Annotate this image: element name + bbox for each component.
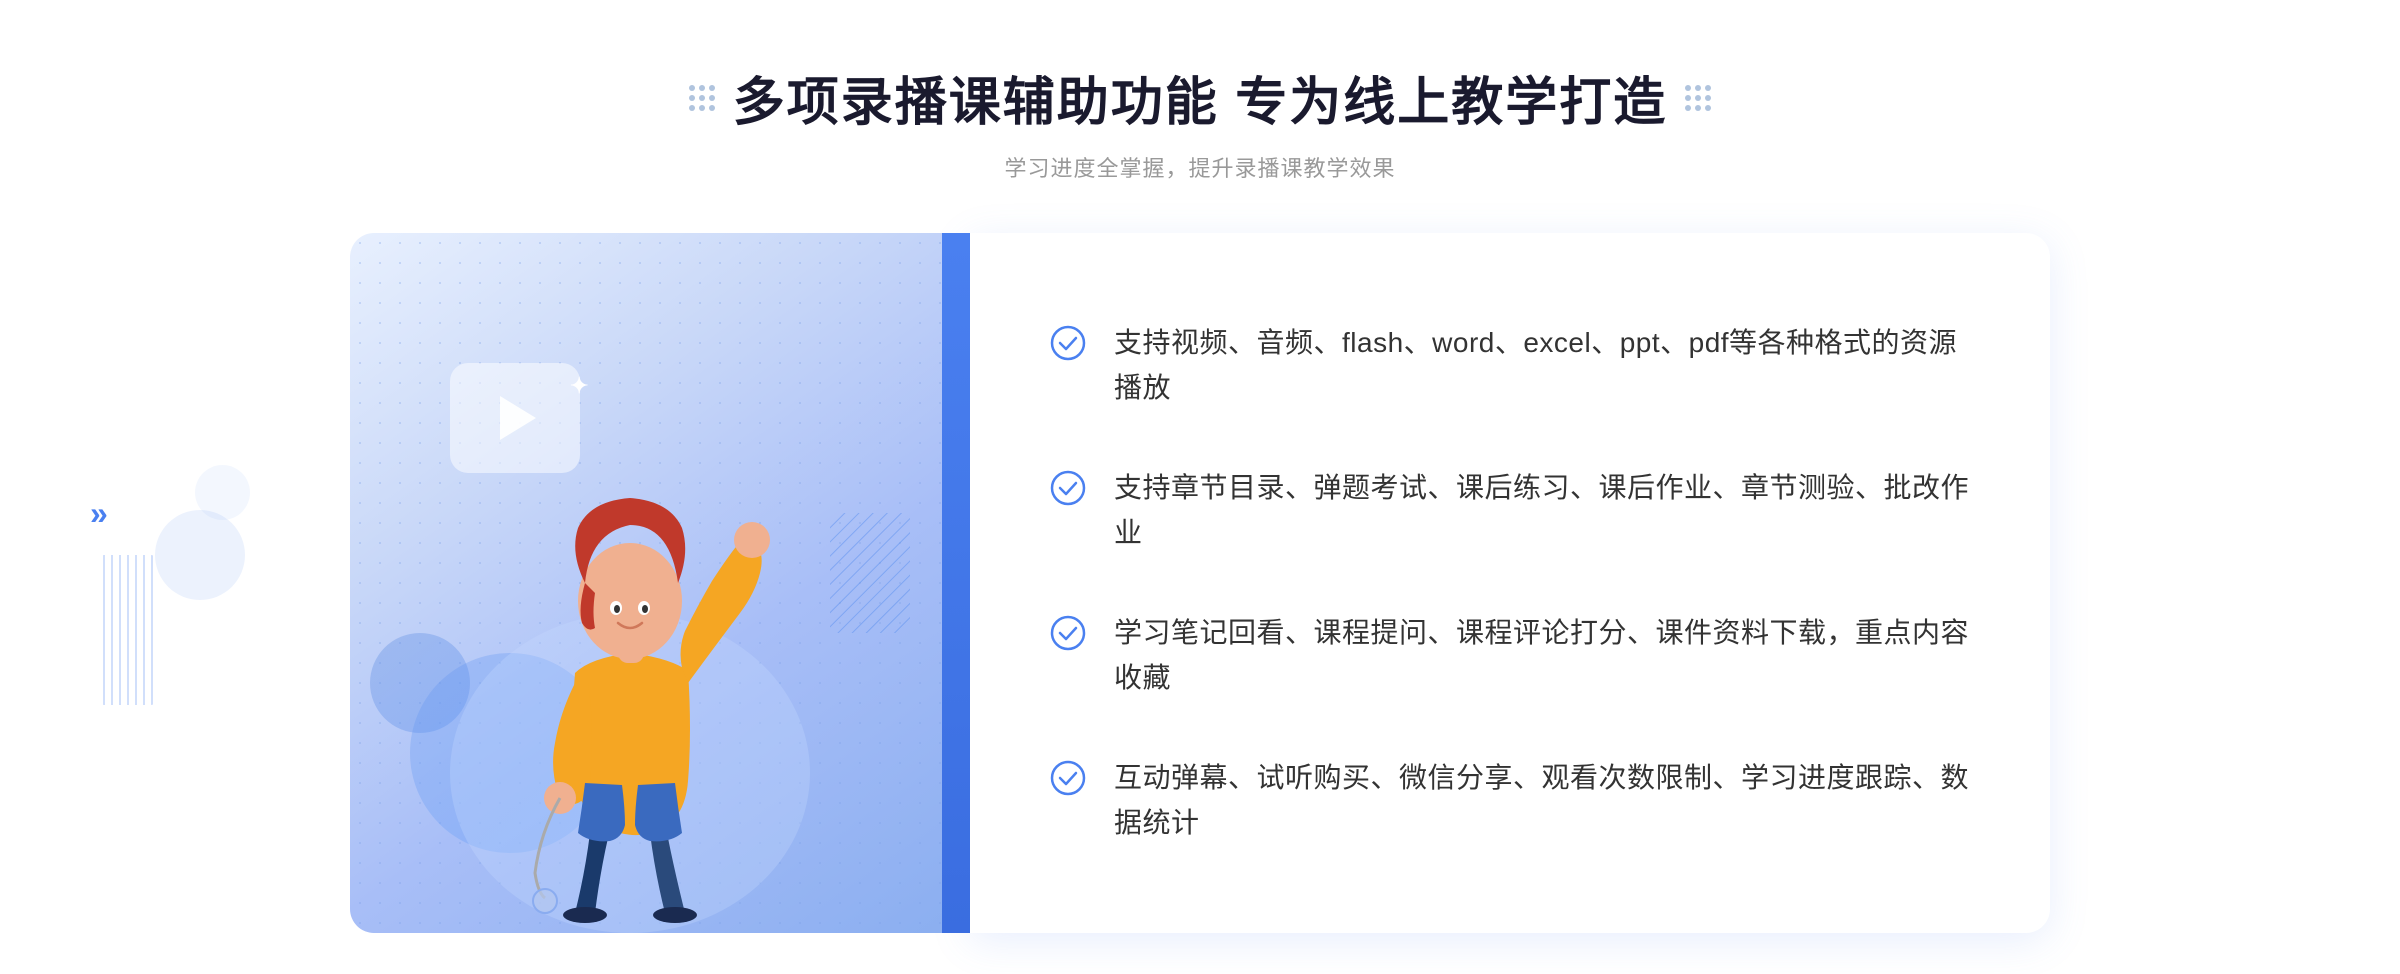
check-icon-4 bbox=[1050, 760, 1086, 796]
check-icon-3 bbox=[1050, 615, 1086, 651]
feature-text-4: 互动弹幕、试听购买、微信分享、观看次数限制、学习进度跟踪、数据统计 bbox=[1114, 756, 1970, 846]
chevron-outer-left-icon: » bbox=[90, 495, 108, 532]
outer-deco-circle-1 bbox=[155, 510, 245, 600]
feature-item-2: 支持章节目录、弹题考试、课后练习、课后作业、章节测验、批改作业 bbox=[1050, 448, 1970, 574]
feature-item-4: 互动弹幕、试听购买、微信分享、观看次数限制、学习进度跟踪、数据统计 bbox=[1050, 738, 1970, 864]
hatch-deco bbox=[830, 513, 910, 633]
feature-text-2: 支持章节目录、弹题考试、课后练习、课后作业、章节测验、批改作业 bbox=[1114, 466, 1970, 556]
blue-bar bbox=[942, 233, 970, 933]
person-illustration bbox=[430, 353, 830, 933]
check-icon-2 bbox=[1050, 470, 1086, 506]
check-icon-1 bbox=[1050, 325, 1086, 361]
feature-text-1: 支持视频、音频、flash、word、excel、ppt、pdf等各种格式的资源… bbox=[1114, 321, 1970, 411]
feature-item-1: 支持视频、音频、flash、word、excel、ppt、pdf等各种格式的资源… bbox=[1050, 303, 1970, 429]
subtitle: 学习进度全掌握，提升录播课教学效果 bbox=[1004, 151, 1395, 183]
main-title: 多项录播课辅助功能 专为线上教学打造 bbox=[733, 60, 1667, 135]
feature-item-3: 学习笔记回看、课程提问、课程评论打分、课件资料下载，重点内容收藏 bbox=[1050, 593, 1970, 719]
right-features-panel: 支持视频、音频、flash、word、excel、ppt、pdf等各种格式的资源… bbox=[970, 233, 2050, 933]
left-illustration: ✦ bbox=[350, 233, 970, 933]
outer-deco-circle-2 bbox=[195, 465, 250, 520]
left-dot-icon bbox=[689, 85, 715, 111]
header-section: 多项录播课辅助功能 专为线上教学打造 学习进度全掌握，提升录播课教学效果 bbox=[689, 60, 1711, 183]
right-dot-icon bbox=[1685, 85, 1711, 111]
striped-deco-left bbox=[100, 555, 155, 705]
feature-text-3: 学习笔记回看、课程提问、课程评论打分、课件资料下载，重点内容收藏 bbox=[1114, 611, 1970, 701]
content-section: ✦ bbox=[350, 233, 2050, 933]
page-wrapper: 多项录播课辅助功能 专为线上教学打造 学习进度全掌握，提升录播课教学效果 ✦ bbox=[0, 0, 2400, 933]
title-row: 多项录播课辅助功能 专为线上教学打造 bbox=[689, 60, 1711, 135]
